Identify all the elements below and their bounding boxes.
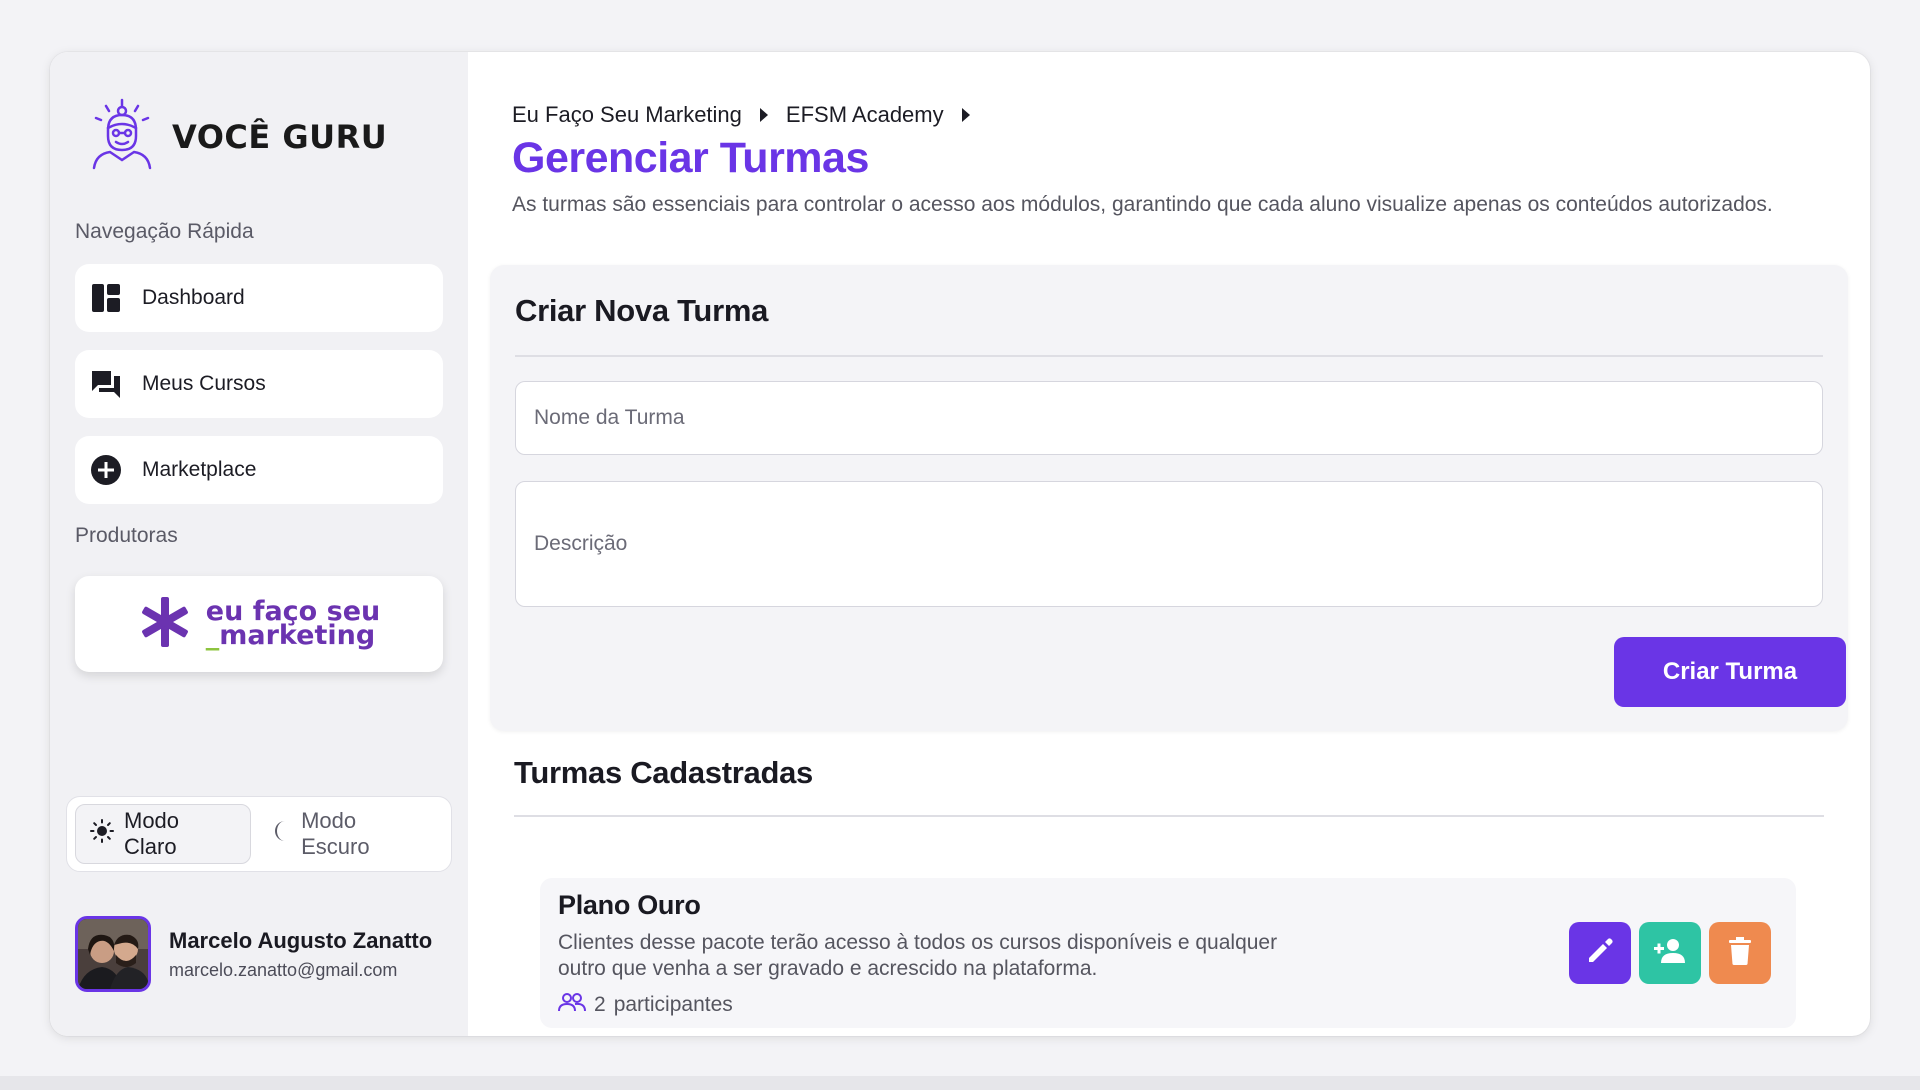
page-description: As turmas são essenciais para controlar …	[512, 193, 1773, 216]
delete-class-button[interactable]	[1709, 922, 1771, 984]
class-name: Plano Ouro	[558, 890, 701, 920]
producer-logo-text: eu faço seu _marketing	[206, 598, 380, 649]
sidebar-item-dashboard[interactable]: Dashboard	[75, 264, 443, 332]
pencil-icon	[1585, 936, 1615, 971]
sidebar-item-meus-cursos[interactable]: Meus Cursos	[75, 350, 443, 418]
producers-label: Produtoras	[75, 524, 178, 547]
main-content: Eu Faço Seu Marketing EFSM Academy Geren…	[468, 52, 1870, 1036]
participants-count: 2 participantes	[558, 992, 733, 1018]
moon-icon	[271, 820, 291, 848]
chat-icon	[90, 368, 122, 400]
class-card: Plano Ouro Clientes desse pacote terão a…	[540, 878, 1796, 1028]
class-description: Clientes desse pacote terão acesso à tod…	[558, 931, 1278, 980]
user-email: marcelo.zanatto@gmail.com	[169, 959, 398, 980]
page-title: Gerenciar Turmas	[512, 134, 869, 182]
sun-icon	[90, 819, 114, 849]
dashboard-icon	[90, 282, 122, 314]
guru-logo-icon	[86, 98, 158, 175]
user-name: Marcelo Augusto Zanatto	[169, 927, 433, 953]
avatar	[75, 916, 151, 992]
class-name-placeholder: Nome da Turma	[534, 406, 685, 429]
sidebar-item-label: Meus Cursos	[142, 372, 266, 395]
logo[interactable]: VOCÊ GURU	[86, 98, 387, 175]
user-info: Marcelo Augusto Zanatto marcelo.zanatto@…	[169, 928, 432, 981]
dark-mode-button[interactable]: Modo Escuro	[257, 804, 443, 864]
create-class-card: Criar Nova Turma Nome da Turma Descrição…	[490, 265, 1848, 731]
light-mode-button[interactable]: Modo Claro	[75, 804, 252, 864]
light-mode-label: Modo Claro	[124, 808, 180, 859]
edit-class-button[interactable]	[1569, 922, 1631, 984]
window-bottom-strip	[0, 1076, 1920, 1090]
quick-nav-label: Navegação Rápida	[75, 220, 254, 243]
sidebar-item-label: Dashboard	[142, 286, 245, 309]
divider	[515, 355, 1823, 357]
users-icon	[558, 992, 586, 1018]
dark-mode-label: Modo Escuro	[301, 808, 370, 859]
producer-card-efsm[interactable]: eu faço seu _marketing	[75, 576, 443, 672]
breadcrumb-arrow-icon	[961, 108, 970, 122]
breadcrumb-item[interactable]: EFSM Academy	[786, 102, 944, 128]
divider	[514, 815, 1824, 817]
plus-circle-icon	[90, 454, 122, 486]
create-class-button[interactable]: Criar Turma	[1614, 637, 1846, 707]
participants-number: 2	[594, 993, 606, 1016]
breadcrumb-item[interactable]: Eu Faço Seu Marketing	[512, 102, 742, 128]
theme-toggle: Modo Claro Modo Escuro	[66, 796, 452, 872]
class-name-input[interactable]: Nome da Turma	[515, 381, 1823, 455]
sidebar-item-label: Marketplace	[142, 458, 257, 481]
sidebar-item-marketplace[interactable]: Marketplace	[75, 436, 443, 504]
logo-text: VOCÊ GURU	[172, 117, 388, 156]
add-user-icon	[1653, 936, 1687, 971]
class-description-textarea[interactable]: Descrição	[515, 481, 1823, 607]
add-participant-button[interactable]	[1639, 922, 1701, 984]
breadcrumb: Eu Faço Seu Marketing EFSM Academy	[512, 102, 974, 128]
registered-classes-title: Turmas Cadastradas	[514, 755, 813, 790]
participants-label: participantes	[613, 993, 733, 1016]
asterisk-logo-icon	[138, 595, 192, 654]
create-class-title: Criar Nova Turma	[515, 293, 769, 328]
producer-underscore: _	[205, 620, 220, 651]
trash-icon	[1728, 936, 1752, 971]
producer-line2-text: marketing	[219, 620, 376, 651]
app-window: VOCÊ GURU Navegação Rápida Dashboard Meu…	[50, 52, 1870, 1036]
class-description-placeholder: Descrição	[534, 532, 628, 555]
user-profile[interactable]: Marcelo Augusto Zanatto marcelo.zanatto@…	[75, 916, 432, 992]
sidebar: VOCÊ GURU Navegação Rápida Dashboard Meu…	[50, 52, 468, 1036]
breadcrumb-arrow-icon	[759, 108, 768, 122]
producer-line2: _marketing	[206, 622, 380, 649]
